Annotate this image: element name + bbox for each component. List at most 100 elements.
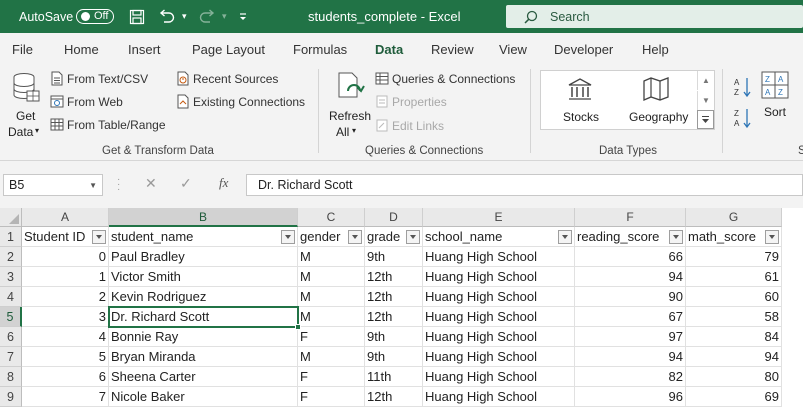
- table-cell[interactable]: 79: [686, 247, 782, 267]
- filter-dropdown-icon[interactable]: [92, 230, 106, 244]
- table-cell[interactable]: 4: [22, 327, 109, 347]
- from-text-csv-button[interactable]: From Text/CSV: [50, 71, 148, 86]
- table-cell[interactable]: 94: [686, 347, 782, 367]
- table-cell[interactable]: Huang High School: [423, 367, 575, 387]
- row-header-7[interactable]: 7: [0, 347, 22, 367]
- table-cell[interactable]: 94: [575, 267, 686, 287]
- formula-input[interactable]: Dr. Richard Scott: [246, 174, 803, 196]
- search-box[interactable]: Search: [506, 5, 803, 28]
- table-header-cell[interactable]: math_score: [686, 227, 782, 247]
- table-cell[interactable]: 12th: [365, 267, 423, 287]
- table-cell[interactable]: Nicole Baker: [109, 387, 298, 407]
- filter-dropdown-icon[interactable]: [406, 230, 420, 244]
- table-cell[interactable]: 6: [22, 367, 109, 387]
- table-cell[interactable]: M: [298, 347, 365, 367]
- table-header-cell[interactable]: reading_score: [575, 227, 686, 247]
- table-header-cell[interactable]: Student ID: [22, 227, 109, 247]
- drag-handle-icon[interactable]: · · ·: [117, 175, 120, 195]
- column-header-a[interactable]: A: [22, 208, 109, 227]
- table-cell[interactable]: 12th: [365, 387, 423, 407]
- column-header-f[interactable]: F: [575, 208, 686, 227]
- table-cell[interactable]: 9th: [365, 327, 423, 347]
- properties-button[interactable]: Properties: [375, 94, 447, 109]
- table-cell[interactable]: F: [298, 387, 365, 407]
- enter-icon[interactable]: ✓: [180, 175, 192, 192]
- table-cell[interactable]: 9th: [365, 347, 423, 367]
- table-cell[interactable]: Huang High School: [423, 327, 575, 347]
- filter-dropdown-icon[interactable]: [669, 230, 683, 244]
- stocks-button[interactable]: Stocks: [556, 77, 604, 127]
- table-cell[interactable]: 7: [22, 387, 109, 407]
- filter-dropdown-icon[interactable]: [558, 230, 572, 244]
- table-cell[interactable]: Paul Bradley: [109, 247, 298, 267]
- row-header-9[interactable]: 9: [0, 387, 22, 407]
- row-header-5[interactable]: 5: [0, 307, 22, 327]
- table-cell[interactable]: Huang High School: [423, 347, 575, 367]
- tab-review[interactable]: Review: [431, 42, 474, 57]
- table-cell[interactable]: M: [298, 247, 365, 267]
- geography-button[interactable]: Geography: [624, 77, 688, 127]
- column-header-e[interactable]: E: [423, 208, 575, 227]
- get-data-button[interactable]: Get Data ▾: [6, 69, 44, 139]
- table-cell[interactable]: Huang High School: [423, 247, 575, 267]
- from-web-button[interactable]: From Web: [50, 94, 123, 109]
- tab-help[interactable]: Help: [642, 42, 669, 57]
- edit-links-button[interactable]: Edit Links: [375, 118, 444, 133]
- gallery-scroll-up-icon[interactable]: ▲: [697, 71, 714, 90]
- tab-view[interactable]: View: [499, 42, 527, 57]
- existing-connections-button[interactable]: Existing Connections: [176, 94, 305, 109]
- table-cell[interactable]: Dr. Richard Scott: [109, 307, 298, 327]
- table-cell[interactable]: Huang High School: [423, 287, 575, 307]
- table-cell[interactable]: 61: [686, 267, 782, 287]
- gallery-more-icon[interactable]: [697, 110, 714, 129]
- queries-connections-button[interactable]: Queries & Connections: [375, 71, 515, 86]
- table-cell[interactable]: 84: [686, 327, 782, 347]
- from-table-range-button[interactable]: From Table/Range: [50, 117, 166, 132]
- table-cell[interactable]: Victor Smith: [109, 267, 298, 287]
- table-cell[interactable]: F: [298, 367, 365, 387]
- table-header-cell[interactable]: grade: [365, 227, 423, 247]
- tab-data[interactable]: Data: [373, 42, 405, 68]
- row-header-3[interactable]: 3: [0, 267, 22, 287]
- table-cell[interactable]: Kevin Rodriguez: [109, 287, 298, 307]
- table-cell[interactable]: 1: [22, 267, 109, 287]
- table-header-cell[interactable]: gender: [298, 227, 365, 247]
- table-cell[interactable]: 80: [686, 367, 782, 387]
- table-cell[interactable]: 90: [575, 287, 686, 307]
- tab-developer[interactable]: Developer: [554, 42, 613, 57]
- tab-home[interactable]: Home: [64, 42, 99, 57]
- table-cell[interactable]: 69: [686, 387, 782, 407]
- table-cell[interactable]: 97: [575, 327, 686, 347]
- table-cell[interactable]: M: [298, 267, 365, 287]
- table-cell[interactable]: 67: [575, 307, 686, 327]
- filter-dropdown-icon[interactable]: [348, 230, 362, 244]
- redo-dropdown-icon[interactable]: ▾: [222, 0, 227, 33]
- recent-sources-button[interactable]: Recent Sources: [176, 71, 278, 86]
- table-cell[interactable]: Bryan Miranda: [109, 347, 298, 367]
- tab-page-layout[interactable]: Page Layout: [192, 42, 265, 57]
- table-cell[interactable]: 12th: [365, 287, 423, 307]
- filter-dropdown-icon[interactable]: [765, 230, 779, 244]
- column-header-d[interactable]: D: [365, 208, 423, 227]
- customize-toolbar-icon[interactable]: [238, 0, 248, 33]
- tab-file[interactable]: File: [12, 42, 33, 57]
- sort-za-icon[interactable]: ZA: [733, 107, 753, 129]
- row-header-8[interactable]: 8: [0, 367, 22, 387]
- row-header-2[interactable]: 2: [0, 247, 22, 267]
- column-header-g[interactable]: G: [686, 208, 782, 227]
- table-cell[interactable]: Sheena Carter: [109, 367, 298, 387]
- table-cell[interactable]: M: [298, 287, 365, 307]
- table-cell[interactable]: 3: [22, 307, 109, 327]
- tab-insert[interactable]: Insert: [128, 42, 161, 57]
- chevron-down-icon[interactable]: ▼: [89, 181, 97, 190]
- gallery-scroll-down-icon[interactable]: ▼: [697, 91, 714, 110]
- table-cell[interactable]: F: [298, 327, 365, 347]
- table-cell[interactable]: 82: [575, 367, 686, 387]
- table-cell[interactable]: Huang High School: [423, 267, 575, 287]
- save-icon[interactable]: [129, 0, 145, 33]
- table-cell[interactable]: Huang High School: [423, 387, 575, 407]
- cancel-icon[interactable]: ✕: [145, 175, 157, 192]
- sort-az-icon[interactable]: AZ: [733, 76, 753, 98]
- column-header-b[interactable]: B: [109, 208, 298, 227]
- name-box[interactable]: B5 ▼: [3, 174, 103, 196]
